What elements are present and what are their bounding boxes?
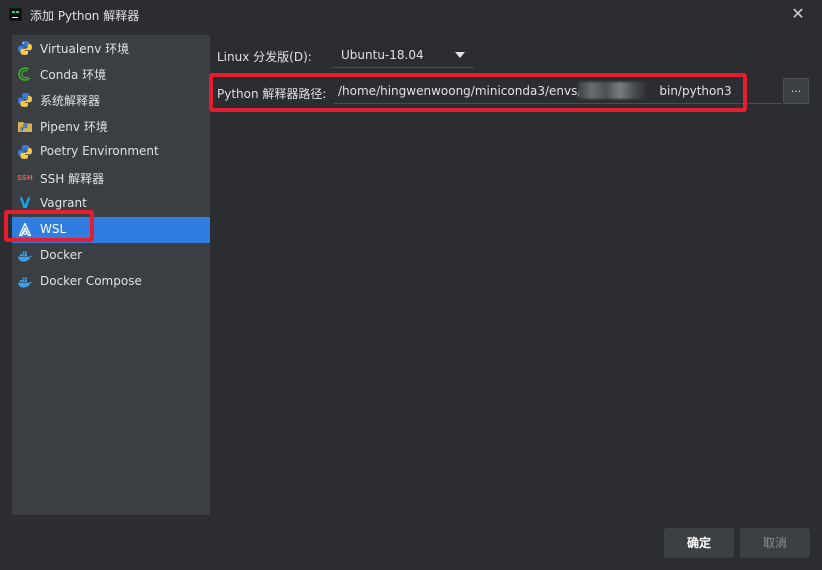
sidebar-item-label: Vagrant	[40, 196, 87, 210]
sidebar-item-poetry[interactable]: Poetry Environment	[12, 139, 210, 165]
ssh-icon: SSH	[17, 174, 33, 182]
ok-button[interactable]: 确定	[664, 528, 734, 558]
python-icon	[17, 144, 33, 160]
window-title: 添加 Python 解释器	[30, 9, 140, 23]
python-icon	[17, 92, 33, 108]
pipenv-icon	[17, 118, 33, 134]
interpreter-type-list: Virtualenv 环境 Conda 环境 系统解释器 Pipenv 环境 P…	[12, 35, 210, 515]
pycharm-icon	[9, 8, 22, 21]
distro-value: Ubuntu-18.04	[341, 48, 424, 62]
cancel-button[interactable]: 取消	[740, 528, 810, 558]
title-bar: 添加 Python 解释器 ✕	[0, 0, 822, 30]
python-icon	[17, 40, 33, 56]
docker-icon	[17, 274, 33, 290]
sidebar-item-system[interactable]: 系统解释器	[12, 87, 210, 113]
sidebar-item-label: Poetry Environment	[40, 144, 159, 158]
close-button[interactable]: ✕	[789, 5, 807, 23]
sidebar-item-label: Virtualenv 环境	[40, 42, 130, 56]
sidebar-item-docker[interactable]: Docker	[12, 243, 210, 269]
docker-icon	[17, 248, 33, 264]
conda-icon	[17, 66, 33, 82]
distro-label: Linux 分发版(D):	[217, 50, 312, 64]
sidebar-item-ssh[interactable]: SSH SSH 解释器	[12, 165, 210, 191]
chevron-down-icon	[455, 52, 465, 58]
browse-button[interactable]: ...	[783, 78, 809, 104]
distro-select[interactable]: Ubuntu-18.04	[333, 42, 474, 68]
sidebar-item-label: Conda 环境	[40, 68, 107, 82]
sidebar-item-virtualenv[interactable]: Virtualenv 环境	[12, 35, 210, 61]
sidebar-item-label: SSH 解释器	[40, 172, 105, 186]
sidebar-item-pipenv[interactable]: Pipenv 环境	[12, 113, 210, 139]
select-underline	[333, 67, 474, 68]
path-highlight-box	[209, 73, 747, 112]
sidebar-item-docker-compose[interactable]: Docker Compose	[12, 269, 210, 295]
sidebar-item-conda[interactable]: Conda 环境	[12, 61, 210, 87]
sidebar-item-label: 系统解释器	[40, 94, 101, 108]
wsl-highlight-box	[4, 210, 94, 242]
sidebar-item-label: Docker	[40, 248, 83, 262]
sidebar-item-label: Pipenv 环境	[40, 120, 108, 134]
sidebar-item-label: Docker Compose	[40, 274, 142, 288]
